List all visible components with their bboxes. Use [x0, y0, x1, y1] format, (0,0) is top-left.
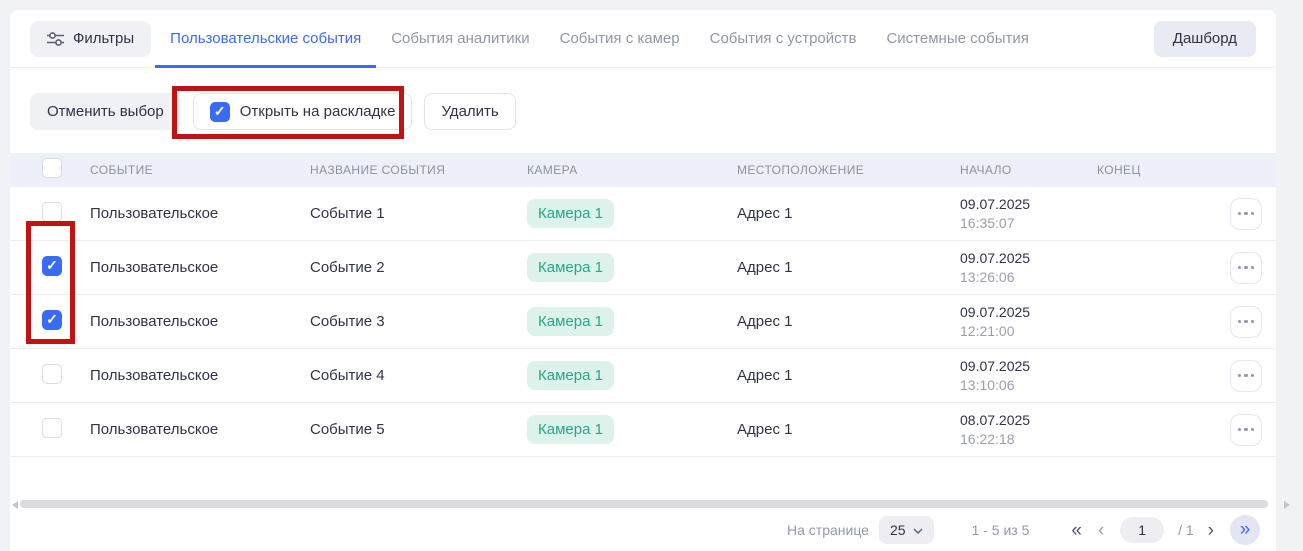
ellipsis-icon [1238, 374, 1242, 378]
start-date: 09.07.2025 [960, 195, 1097, 214]
tab-2[interactable]: События аналитики [376, 10, 544, 67]
action-bar: Отменить выбор Открыть на раскладке Удал… [30, 93, 1256, 130]
table-header-row: СОБЫТИЕ НАЗВАНИЕ СОБЫТИЯ КАМЕРА МЕСТОПОЛ… [10, 153, 1276, 187]
row-actions-button[interactable] [1230, 306, 1262, 338]
header-camera: КАМЕРА [527, 163, 737, 177]
location-cell: Адрес 1 [737, 205, 960, 222]
start-time: 13:10:06 [960, 376, 1097, 394]
table-row[interactable]: Пользовательское Событие 5 Камера 1 Адре… [10, 403, 1276, 457]
events-card: Фильтры Пользовательские событияСобытия … [10, 10, 1276, 551]
row-actions-button[interactable] [1230, 252, 1262, 284]
open-on-layout-checkbox[interactable] [210, 102, 230, 122]
filters-button[interactable]: Фильтры [30, 21, 151, 57]
start-cell: 08.07.2025 16:22:18 [960, 411, 1097, 448]
event-name-cell: Событие 2 [310, 259, 527, 276]
start-date: 09.07.2025 [960, 303, 1097, 322]
per-page-label: На странице [787, 522, 869, 538]
event-name-cell: Событие 5 [310, 421, 527, 438]
filters-sliders-icon [47, 32, 64, 46]
row-actions-button[interactable] [1230, 414, 1262, 446]
ellipsis-icon [1238, 266, 1242, 270]
event-type-cell: Пользовательское [90, 205, 310, 222]
header-end: КОНЕЦ [1097, 163, 1216, 177]
table-body: Пользовательское Событие 1 Камера 1 Адре… [10, 187, 1276, 457]
ellipsis-icon [1238, 428, 1242, 432]
row-actions-button[interactable] [1230, 198, 1262, 230]
row-checkbox[interactable] [42, 256, 62, 276]
per-page-value: 25 [890, 522, 906, 538]
camera-badge[interactable]: Камера 1 [527, 199, 614, 228]
pagination-bar: На странице 25 1 - 5 из 5 « ‹ 1 / 1 › » [10, 513, 1276, 547]
event-type-cell: Пользовательское [90, 313, 310, 330]
location-cell: Адрес 1 [737, 421, 960, 438]
row-checkbox[interactable] [42, 310, 62, 330]
header-event: СОБЫТИЕ [90, 163, 310, 177]
tabs: Пользовательские событияСобытия аналитик… [155, 10, 1044, 67]
table-row[interactable]: Пользовательское Событие 3 Камера 1 Адре… [10, 295, 1276, 349]
tab-bar: Фильтры Пользовательские событияСобытия … [10, 10, 1276, 68]
dashboard-button[interactable]: Дашборд [1154, 21, 1256, 57]
start-date: 09.07.2025 [960, 357, 1097, 376]
row-checkbox[interactable] [42, 418, 62, 438]
start-time: 16:22:18 [960, 430, 1097, 448]
event-name-cell: Событие 1 [310, 205, 527, 222]
first-page-icon[interactable]: « [1071, 521, 1082, 540]
event-name-cell: Событие 4 [310, 367, 527, 384]
location-cell: Адрес 1 [737, 259, 960, 276]
start-cell: 09.07.2025 13:10:06 [960, 357, 1097, 394]
table-row[interactable]: Пользовательское Событие 1 Камера 1 Адре… [10, 187, 1276, 241]
location-cell: Адрес 1 [737, 313, 960, 330]
camera-badge[interactable]: Камера 1 [527, 307, 614, 336]
last-page-button[interactable]: » [1230, 515, 1260, 545]
event-name-cell: Событие 3 [310, 313, 527, 330]
events-table: СОБЫТИЕ НАЗВАНИЕ СОБЫТИЯ КАМЕРА МЕСТОПОЛ… [10, 153, 1276, 457]
next-page-icon[interactable]: › [1208, 521, 1214, 540]
start-cell: 09.07.2025 13:26:06 [960, 249, 1097, 286]
prev-page-icon[interactable]: ‹ [1098, 521, 1104, 540]
open-on-layout-label: Открыть на раскладке [240, 103, 396, 120]
tab-5[interactable]: Системные события [871, 10, 1043, 67]
start-time: 16:35:07 [960, 214, 1097, 232]
event-type-cell: Пользовательское [90, 367, 310, 384]
page-nav: « ‹ 1 / 1 › » [1071, 515, 1260, 545]
row-checkbox[interactable] [42, 202, 62, 222]
event-type-cell: Пользовательское [90, 259, 310, 276]
scroll-right-arrow-icon[interactable] [1284, 501, 1290, 509]
filters-button-label: Фильтры [73, 30, 134, 47]
start-cell: 09.07.2025 12:21:00 [960, 303, 1097, 340]
chevron-down-icon [913, 528, 923, 534]
tab-3[interactable]: События с камер [545, 10, 695, 67]
select-all-checkbox[interactable] [42, 158, 62, 178]
camera-badge[interactable]: Камера 1 [527, 415, 614, 444]
cancel-selection-button[interactable]: Отменить выбор [30, 93, 181, 130]
open-on-layout-button[interactable]: Открыть на раскладке [193, 93, 413, 130]
total-pages-label: / 1 [1178, 522, 1194, 538]
range-label: 1 - 5 из 5 [972, 522, 1030, 538]
scroll-left-arrow-icon[interactable] [12, 501, 18, 509]
start-date: 08.07.2025 [960, 411, 1097, 430]
header-event-name: НАЗВАНИЕ СОБЫТИЯ [310, 163, 527, 177]
header-location: МЕСТОПОЛОЖЕНИЕ [737, 163, 960, 177]
ellipsis-icon [1238, 320, 1242, 324]
row-actions-button[interactable] [1230, 360, 1262, 392]
table-row[interactable]: Пользовательское Событие 2 Камера 1 Адре… [10, 241, 1276, 295]
row-checkbox[interactable] [42, 364, 62, 384]
table-row[interactable]: Пользовательское Событие 4 Камера 1 Адре… [10, 349, 1276, 403]
tab-1[interactable]: Пользовательские события [155, 10, 376, 67]
location-cell: Адрес 1 [737, 367, 960, 384]
start-time: 12:21:00 [960, 322, 1097, 340]
header-start: НАЧАЛО [960, 163, 1097, 177]
start-date: 09.07.2025 [960, 249, 1097, 268]
camera-badge[interactable]: Камера 1 [527, 361, 614, 390]
horizontal-scrollbar-thumb[interactable] [20, 500, 1268, 508]
per-page-select[interactable]: 25 [879, 516, 934, 544]
ellipsis-icon [1238, 212, 1242, 216]
start-cell: 09.07.2025 16:35:07 [960, 195, 1097, 232]
current-page-input[interactable]: 1 [1120, 517, 1164, 543]
tab-4[interactable]: События с устройств [695, 10, 872, 67]
start-time: 13:26:06 [960, 268, 1097, 286]
event-type-cell: Пользовательское [90, 421, 310, 438]
delete-button[interactable]: Удалить [424, 93, 515, 130]
camera-badge[interactable]: Камера 1 [527, 253, 614, 282]
